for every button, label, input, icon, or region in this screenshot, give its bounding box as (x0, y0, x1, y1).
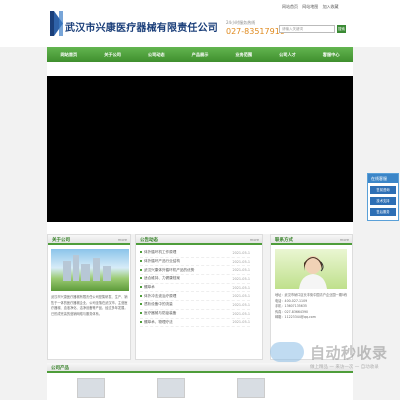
nav-about[interactable]: 关于公司 (91, 52, 135, 58)
contact-image (275, 249, 347, 289)
contact-more-link[interactable]: more (340, 238, 349, 242)
news-item[interactable]: 医疗器械与防疫装备 2021-05-1 (140, 310, 250, 319)
nav-business[interactable]: 业务范围 (222, 52, 266, 58)
products-area (47, 373, 353, 400)
news-item[interactable]: 蠕萃术、物理疗法 2021-05-1 (140, 319, 250, 328)
news-panel: 公告动态 more 体外循环机工作原理 2021-05-1 体外循环产品行业结构 2… (135, 234, 263, 360)
company-name[interactable]: 武汉市兴康医疗器械有限责任公司 (65, 19, 218, 34)
news-item[interactable]: 武汉兴康体外循环机产品的优势 2021-05-1 (140, 266, 250, 276)
nav-news[interactable]: 公司动态 (134, 52, 178, 58)
nav-talent[interactable]: 公司人才 (266, 52, 310, 58)
nav-service[interactable]: 客服中心 (309, 52, 353, 58)
news-item[interactable]: 适合维持、力健康档案 2021-05-1 (140, 275, 250, 284)
hero-banner[interactable] (47, 76, 353, 222)
news-list: 体外循环机工作原理 2021-05-1 体外循环产品行业结构 2021-05-1 武… (140, 249, 250, 328)
news-more-link[interactable]: more (250, 238, 259, 242)
banner-top-strip (47, 62, 353, 76)
news-item[interactable]: 透析设备中的流量 2021-05-1 (140, 301, 250, 310)
about-image (51, 249, 129, 291)
watermark-logo-icon (270, 342, 304, 362)
banner-bottom-strip (47, 222, 353, 234)
main-nav: 网站首页 关于公司 公司动态 产品展示 业务范围 公司人才 客服中心 (47, 47, 353, 62)
service-aftersale-button[interactable]: 售后服务 (370, 208, 396, 216)
site-header: 武汉市兴康医疗器械有限责任公司 网站首页 网站地图 加入收藏 24小时服务热线 … (0, 0, 400, 47)
about-panel: 关于公司 more 武汉市兴康医疗器械有限责任公司是集研发、生产、销售于一体的医… (47, 234, 131, 360)
news-item[interactable]: 体外循环机工作原理 2021-05-1 (140, 249, 250, 258)
about-description: 武汉市兴康医疗器械有限责任公司是集研发、生产、销售于一体的医疗器械企业，公司坐落… (51, 295, 128, 316)
online-service-widget: 在线客服 售前咨询 技术支持 售后服务 (367, 173, 399, 221)
service-tech-button[interactable]: 技术支持 (370, 197, 396, 205)
watermark-main-text: 自动秒收录 (310, 344, 388, 362)
nav-home[interactable]: 网站首页 (47, 52, 91, 58)
hotline-label: 24小时服务热线 (226, 20, 256, 25)
service-presale-button[interactable]: 售前咨询 (370, 186, 396, 194)
contact-title[interactable]: 联系方式 (275, 237, 293, 243)
contact-address: 地址：武汉市硚口区长丰街中国青户企业园一期5栋 (275, 293, 348, 297)
watermark: 自动秒收录 做上精品 一 来访一次 一 自动收录 (270, 342, 388, 370)
about-title[interactable]: 关于公司 (52, 237, 70, 243)
contact-info: 地址：武汉市硚口区长丰街中国青户企业园一期5栋 电话：400-027-1109 … (275, 293, 347, 321)
top-link-favorite[interactable]: 加入收藏 (323, 4, 339, 9)
nav-products[interactable]: 产品展示 (178, 52, 222, 58)
about-more-link[interactable]: more (118, 238, 127, 242)
search-input[interactable]: 请输入关键词 (279, 25, 335, 33)
product-thumbnail[interactable] (157, 378, 185, 398)
top-link-sitemap[interactable]: 网站地图 (302, 4, 318, 9)
news-item[interactable]: 蠕萃术 2021-05-1 (140, 284, 250, 293)
news-panel-header: 公告动态 more (136, 235, 262, 245)
hotline-number: 027-83517910 (226, 27, 285, 36)
product-thumbnail[interactable] (77, 378, 105, 398)
news-item[interactable]: 体外循环产品行业结构 2021-05-1 (140, 258, 250, 267)
watermark-sub-text: 做上精品 一 来访一次 一 自动收录 (310, 365, 379, 370)
contact-email: 邮箱：11223344@qq.com (275, 315, 316, 319)
support-agent-icon (299, 256, 327, 289)
news-item[interactable]: 体外冲击波治疗原理 2021-05-1 (140, 292, 250, 302)
top-links: 网站首页 网站地图 加入收藏 (282, 4, 342, 10)
products-title[interactable]: 公司产品 (51, 365, 69, 371)
products-header: 公司产品 (47, 363, 353, 373)
online-service-title: 在线客服 (368, 174, 398, 183)
product-thumbnail[interactable] (237, 378, 265, 398)
search-button[interactable]: 搜索 (337, 25, 346, 33)
contact-panel-header: 联系方式 more (271, 235, 352, 245)
company-logo-icon (50, 11, 63, 36)
about-panel-header: 关于公司 more (48, 235, 130, 245)
top-link-home[interactable]: 网站首页 (282, 4, 298, 9)
news-title[interactable]: 公告动态 (140, 237, 158, 243)
